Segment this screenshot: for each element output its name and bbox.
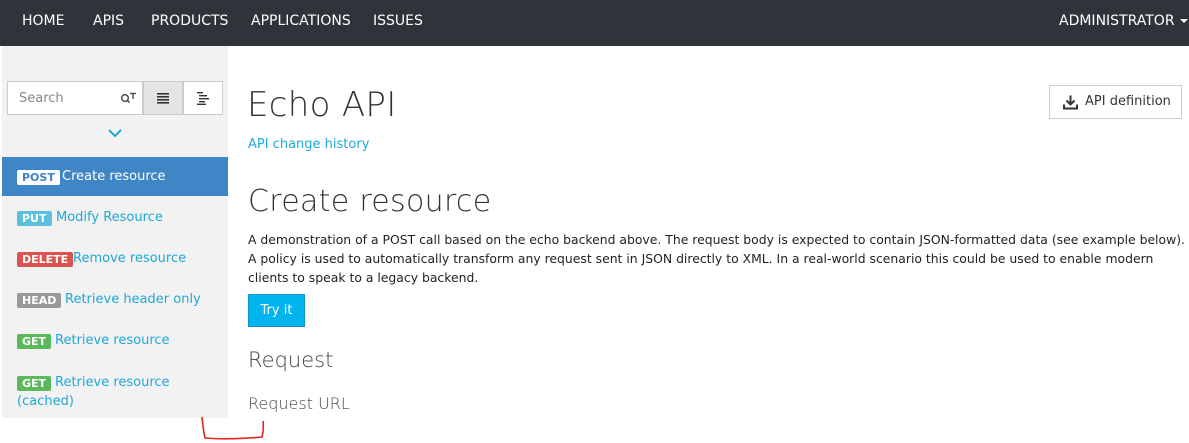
operation-label: Modify Resource [56, 210, 163, 225]
operation-label: Remove resource [73, 251, 187, 266]
user-menu-label: ADMINISTRATOR [1059, 13, 1175, 29]
operation-item-retrieve-resource[interactable]: GET Retrieve resource [2, 321, 228, 360]
caret-down-icon [1179, 19, 1188, 23]
grouped-list-icon [197, 92, 209, 105]
method-badge-get: GET [17, 376, 52, 391]
annotation-mark [201, 416, 265, 440]
nav-issues[interactable]: ISSUES [373, 13, 423, 29]
try-it-button[interactable]: Try it [248, 294, 305, 327]
operation-item-modify-resource[interactable]: PUT Modify Resource [2, 198, 228, 237]
api-change-history-link[interactable]: API change history [248, 137, 369, 152]
operation-label-line2: (cached) [17, 394, 74, 409]
api-definition-button[interactable]: API definition [1049, 85, 1182, 119]
nav-apis[interactable]: APIS [93, 13, 124, 29]
top-nav-bar: HOME APIS PRODUCTS APPLICATIONS ISSUES A… [0, 0, 1189, 46]
method-badge-put: PUT [17, 211, 52, 226]
operation-item-retrieve-resource-cached[interactable]: GET Retrieve resource (cached) [2, 362, 228, 416]
grouped-view-button[interactable] [183, 81, 223, 115]
operation-description: A demonstration of a POST call based on … [248, 232, 1185, 285]
method-badge-head: HEAD [17, 293, 62, 308]
list-icon [157, 93, 169, 104]
operation-label: Create resource [62, 169, 166, 184]
method-badge-delete: DELETE [17, 252, 74, 267]
operation-item-retrieve-header-only[interactable]: HEAD Retrieve header only [2, 280, 228, 319]
nav-applications[interactable]: APPLICATIONS [251, 13, 351, 29]
search-box [7, 81, 143, 115]
operation-item-create-resource[interactable]: POST Create resource [2, 157, 228, 196]
operations-sidebar: POST Create resource PUT Modify Resource… [2, 46, 228, 418]
method-badge-get: GET [17, 334, 52, 349]
api-definition-label: API definition [1085, 94, 1171, 109]
operation-label-line1: Retrieve resource [55, 375, 170, 390]
api-title: Echo API [247, 85, 397, 125]
operation-item-remove-resource[interactable]: DELETE Remove resource [2, 239, 228, 278]
operation-title: Create resource [248, 184, 492, 219]
operation-label: Retrieve resource [55, 333, 170, 348]
request-url-heading: Request URL [248, 394, 350, 413]
download-icon [1063, 95, 1078, 110]
user-menu[interactable]: ADMINISTRATOR [1059, 13, 1188, 29]
method-badge-post: POST [17, 170, 60, 185]
chevron-down-icon[interactable] [107, 128, 123, 138]
search-filter-icon[interactable] [119, 89, 137, 107]
search-input[interactable] [8, 82, 113, 114]
operation-label: Retrieve header only [65, 292, 201, 307]
nav-home[interactable]: HOME [22, 13, 64, 29]
list-view-button[interactable] [143, 81, 183, 115]
request-heading: Request [248, 348, 334, 372]
nav-products[interactable]: PRODUCTS [151, 13, 228, 29]
